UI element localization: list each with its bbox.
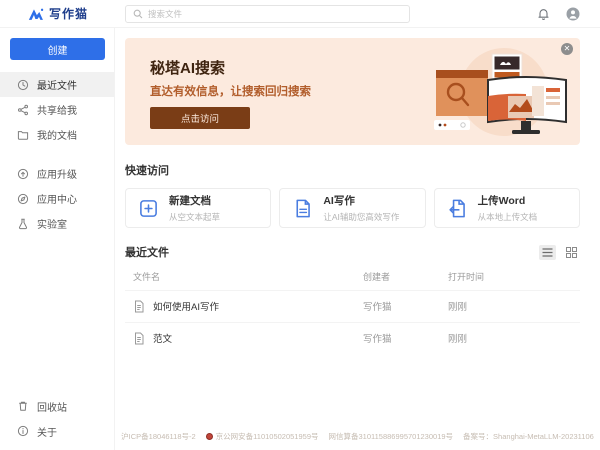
share-icon [17, 104, 29, 116]
card-title: 新建文档 [169, 193, 220, 208]
arrow-up-circle-icon [17, 168, 29, 180]
sidebar-item-shared-with-me[interactable]: 共享给我 [0, 97, 114, 122]
table-row[interactable]: 范文 写作猫 刚刚 [125, 322, 580, 354]
sidebar-item-label: 我的文档 [37, 127, 77, 142]
banner-close-icon[interactable]: ✕ [561, 43, 573, 55]
card-new-document[interactable]: 新建文档 从空文本起草 [125, 188, 271, 228]
card-title: AI写作 [323, 193, 399, 208]
sidebar-item-app-center[interactable]: 应用中心 [0, 186, 114, 211]
bell-icon[interactable] [537, 7, 550, 21]
card-subtitle: 从空文本起草 [169, 211, 220, 223]
file-creator: 写作猫 [355, 322, 440, 354]
file-creator: 写作猫 [355, 290, 440, 322]
sidebar-item-label: 应用升级 [37, 166, 77, 181]
column-header-creator: 创建者 [355, 264, 440, 290]
sidebar-item-my-documents[interactable]: 我的文档 [0, 122, 114, 147]
card-upload-word[interactable]: 上传Word 从本地上传文档 [434, 188, 580, 228]
top-header: 写作猫 [0, 0, 600, 28]
doc-plus-icon [138, 198, 159, 219]
doc-ai-icon [292, 198, 313, 219]
trash-icon [17, 400, 29, 412]
clock-icon [17, 79, 29, 91]
search-icon [133, 9, 143, 19]
user-avatar-icon[interactable] [566, 7, 580, 21]
sidebar-item-recent-files[interactable]: 最近文件 [0, 72, 114, 97]
logo-icon [28, 7, 44, 21]
document-icon [133, 300, 145, 313]
quick-access-title: 快速访问 [125, 162, 580, 178]
banner-title: 秘塔AI搜索 [150, 57, 225, 78]
sidebar-item-label: 关于 [37, 424, 57, 439]
banner-visit-button[interactable]: 点击访问 [150, 107, 250, 129]
promo-banner: 秘塔AI搜索 直达有效信息，让搜索回归搜索 点击访问 [125, 38, 580, 145]
search-input[interactable] [148, 9, 388, 19]
file-name: 如何使用AI写作 [153, 299, 219, 313]
sidebar-item-app-upgrade[interactable]: 应用升级 [0, 161, 114, 186]
algorithm-filing-number: 网信算备310115886995701230019号 [329, 431, 454, 442]
table-row[interactable]: 如何使用AI写作 写作猫 刚刚 [125, 290, 580, 322]
search-box[interactable] [125, 5, 410, 23]
sidebar-item-label: 回收站 [37, 399, 67, 414]
sidebar-item-laboratory[interactable]: 实验室 [0, 211, 114, 236]
logo[interactable]: 写作猫 [28, 5, 88, 22]
recent-files-table: 文件名 创建者 打开时间 如何使用AI写作 写作猫 刚刚 范文 [125, 264, 580, 354]
doc-upload-icon [447, 198, 468, 219]
icp-number: 沪ICP备18046118号-2 [121, 431, 195, 442]
grid-view-icon[interactable] [563, 245, 580, 260]
banner-illustration [422, 44, 572, 140]
card-title: 上传Word [478, 193, 538, 208]
sidebar-item-recycle-bin[interactable]: 回收站 [0, 394, 114, 418]
card-subtitle: 从本地上传文档 [478, 211, 538, 223]
column-header-open-time: 打开时间 [440, 264, 580, 290]
flask-icon [17, 218, 29, 230]
folder-icon [17, 129, 29, 141]
document-icon [133, 332, 145, 345]
sidebar-item-label: 实验室 [37, 216, 67, 231]
info-icon [17, 425, 29, 437]
logo-text: 写作猫 [49, 5, 88, 22]
sidebar: 创建 最近文件 共享给我 我的文档 应用升级 应用中心 [0, 28, 115, 450]
file-open-time: 刚刚 [440, 322, 580, 354]
police-filing-number[interactable]: 京公网安备11010502051959号 [216, 431, 319, 442]
file-name: 范文 [153, 331, 172, 345]
sidebar-item-label: 最近文件 [37, 77, 77, 92]
compass-icon [17, 193, 29, 205]
card-subtitle: 让AI辅助您高效写作 [323, 211, 399, 223]
app-window: 写作猫 创建 最近文件 共享给我 [0, 0, 600, 450]
create-button[interactable]: 创建 [10, 38, 105, 60]
card-ai-writing[interactable]: AI写作 让AI辅助您高效写作 [279, 188, 425, 228]
list-view-icon[interactable] [539, 245, 556, 260]
record-number: 备案号：Shanghai-MetaLLM-20231106 [463, 431, 594, 442]
column-header-filename: 文件名 [125, 264, 355, 290]
main-content: 秘塔AI搜索 直达有效信息，让搜索回归搜索 点击访问 [115, 28, 600, 450]
sidebar-item-label: 应用中心 [37, 191, 77, 206]
file-open-time: 刚刚 [440, 290, 580, 322]
police-badge-icon [206, 433, 213, 440]
sidebar-item-label: 共享给我 [37, 102, 77, 117]
banner-subtitle: 直达有效信息，让搜索回归搜索 [150, 83, 311, 99]
sidebar-item-about[interactable]: 关于 [0, 419, 114, 443]
recent-files-title: 最近文件 [125, 244, 169, 260]
footer: 沪ICP备18046118号-2 京公网安备11010502051959号 网信… [115, 431, 600, 442]
